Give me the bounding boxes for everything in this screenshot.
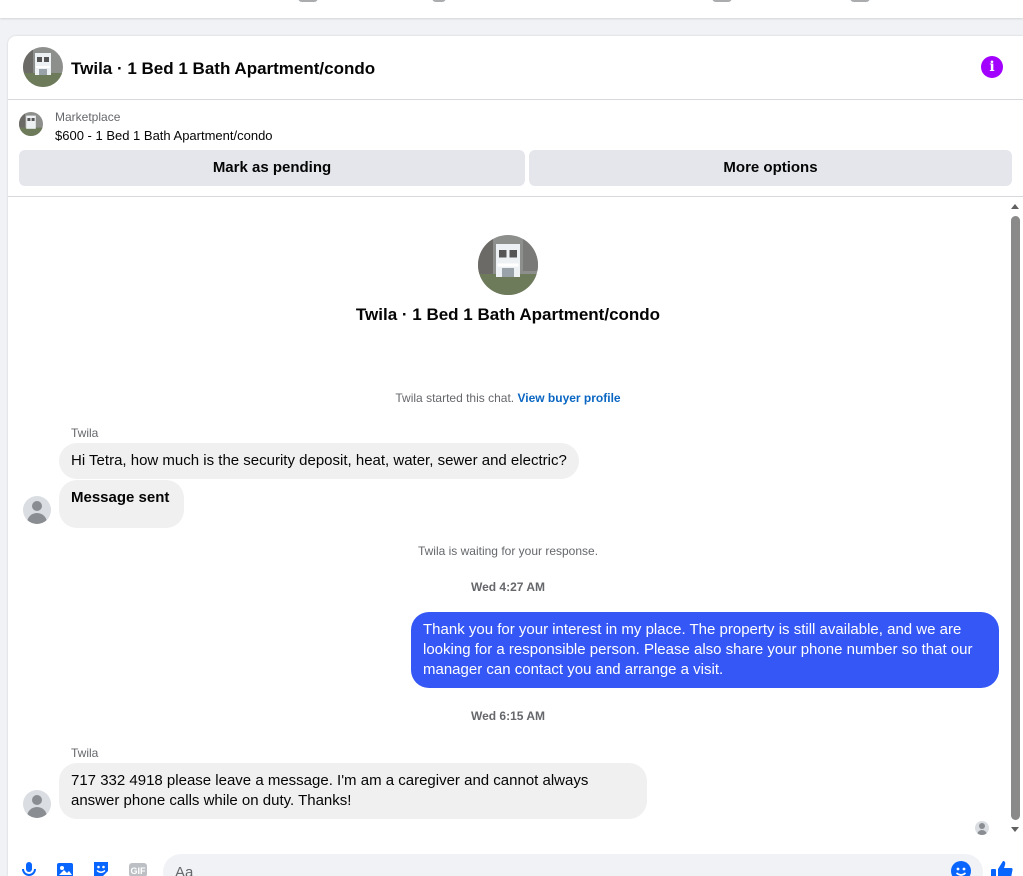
listing-source: Marketplace xyxy=(55,110,121,124)
gif-icon[interactable]: GIF xyxy=(128,860,147,876)
outgoing-message[interactable]: Thank you for your interest in my place.… xyxy=(411,612,999,688)
chat-started-text: Twila started this chat. xyxy=(395,391,515,405)
nav-icon[interactable] xyxy=(850,0,870,2)
message-input[interactable] xyxy=(163,854,983,876)
message-sender: Twila xyxy=(71,746,99,760)
sender-avatar[interactable] xyxy=(23,790,51,818)
microphone-icon[interactable] xyxy=(20,860,38,876)
marketplace-listing-bar: Marketplace $600 - 1 Bed 1 Bath Apartmen… xyxy=(8,101,1023,197)
conversation-title: Twila · 1 Bed 1 Bath Apartment/condo xyxy=(71,59,376,78)
listing-price-title[interactable]: $600 - 1 Bed 1 Bath Apartment/condo xyxy=(55,128,273,143)
listing-thumbnail[interactable] xyxy=(19,112,43,136)
chat-listing-avatar[interactable] xyxy=(478,235,538,295)
emoji-icon[interactable] xyxy=(951,861,971,876)
top-navigation-strip xyxy=(0,0,1023,18)
sender-avatar[interactable] xyxy=(23,496,51,524)
photo-icon[interactable] xyxy=(56,860,74,876)
nav-icon[interactable] xyxy=(298,0,318,2)
message-timestamp: Wed 6:15 AM xyxy=(470,709,545,723)
sticker-icon[interactable] xyxy=(92,860,110,876)
incoming-message[interactable]: 717 332 4918 please leave a message. I'm… xyxy=(59,763,647,819)
gif-label: GIF xyxy=(131,866,147,876)
scroll-up-arrow-icon[interactable] xyxy=(1011,204,1019,209)
chat-started-notice: Twila started this chat. View buyer prof… xyxy=(8,391,1008,405)
conversation-panel: Twila · 1 Bed 1 Bath Apartment/condo i M… xyxy=(8,36,1023,876)
message-composer: GIF xyxy=(8,846,1023,876)
seen-indicator-avatar xyxy=(975,821,989,835)
message-timestamp: Wed 4:27 AM xyxy=(470,580,545,594)
scroll-down-arrow-icon[interactable] xyxy=(1011,827,1019,832)
info-icon[interactable]: i xyxy=(981,56,1003,78)
mark-as-pending-button[interactable]: Mark as pending xyxy=(19,150,525,186)
chat-title: Twila · 1 Bed 1 Bath Apartment/condo xyxy=(355,305,661,324)
like-icon[interactable] xyxy=(990,860,1014,876)
listing-avatar[interactable] xyxy=(23,47,63,87)
view-buyer-profile-link[interactable]: View buyer profile xyxy=(517,391,620,405)
conversation-header: Twila · 1 Bed 1 Bath Apartment/condo i xyxy=(8,36,1023,100)
scrollbar[interactable] xyxy=(1008,198,1023,838)
incoming-message[interactable]: Hi Tetra, how much is the security depos… xyxy=(59,443,579,479)
nav-icon[interactable] xyxy=(712,0,732,2)
more-options-button[interactable]: More options xyxy=(529,150,1012,186)
incoming-message[interactable]: Message sent xyxy=(59,480,185,528)
nav-icon[interactable] xyxy=(432,0,446,2)
message-sender: Twila xyxy=(71,426,99,440)
scrollbar-thumb[interactable] xyxy=(1011,216,1020,820)
waiting-notice: Twila is waiting for your response. xyxy=(417,544,599,558)
